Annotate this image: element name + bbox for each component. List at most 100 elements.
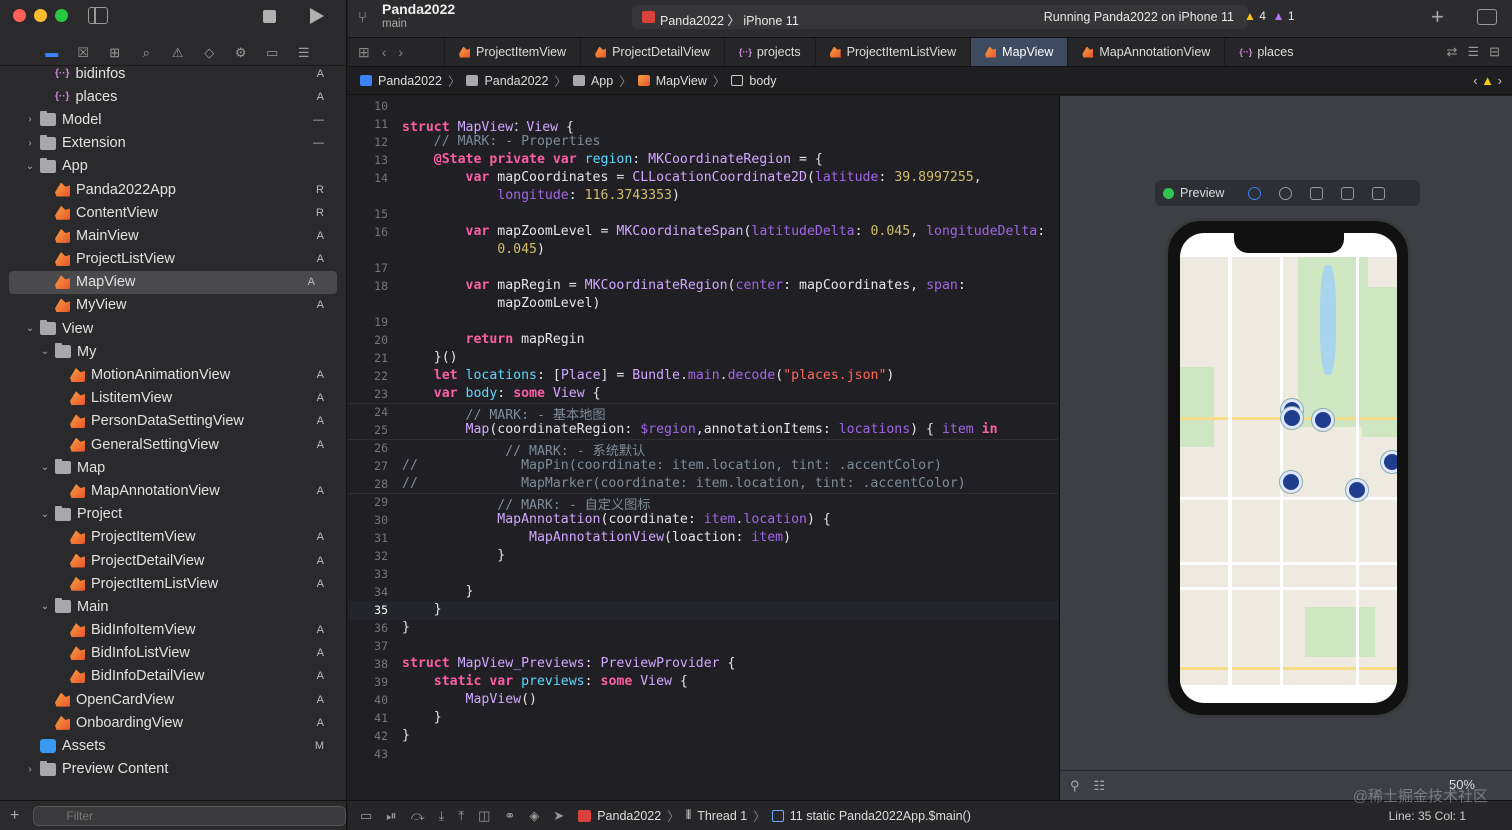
code-line[interactable]: MapView() [402,692,537,707]
code-line[interactable]: Map(coordinateRegion: $region,annotation… [402,422,998,437]
file-tree-item[interactable]: ⌄ Map [0,456,346,479]
code-line[interactable]: longitude: 116.3743353) [402,188,680,203]
code-line[interactable]: var mapZoomLevel = MKCoordinateSpan(lati… [402,224,1046,239]
filter-input[interactable]: Filter [33,805,346,826]
file-tree-item[interactable]: › Model — [0,108,346,131]
file-tree-item[interactable]: BidInfoListView A [0,642,346,665]
disclosure-chevron-icon[interactable]: › [24,764,36,775]
find-navigator-icon[interactable]: ⌕ [131,42,163,64]
file-tree-item[interactable]: {··} places A [0,85,346,108]
editor-tab[interactable]: {··} places [1224,38,1307,66]
editor-tab[interactable]: {··} projects [723,38,815,66]
breakpoint-navigator-icon[interactable]: ▭ [257,42,289,64]
device-settings-icon[interactable] [1341,186,1355,200]
grid-icon[interactable]: ⊞ [358,44,370,61]
scheme-name[interactable]: Panda2022 [660,14,724,28]
minimize-window-button[interactable] [34,9,47,22]
issue-navigation-icon[interactable]: ‹ ▲ › [1473,73,1502,88]
file-tree-item[interactable]: MapView A [9,270,337,294]
map-annotation-pin[interactable] [1280,471,1302,493]
map-annotation-pin[interactable] [1312,409,1334,431]
code-line[interactable]: var body: some View { [402,386,601,401]
editor-tab[interactable]: MapAnnotationView [1067,38,1224,66]
location-icon[interactable]: ➤ [553,808,564,824]
file-tree-item[interactable]: ProjectListView A [0,248,346,271]
hide-debug-icon[interactable]: ▭ [360,808,372,824]
code-line[interactable]: } [402,710,442,725]
code-line[interactable]: } [402,620,410,635]
file-tree-item[interactable]: BidInfoItemView A [0,619,346,642]
code-line[interactable]: } [402,602,442,617]
disclosure-chevron-icon[interactable]: ⌄ [39,462,51,473]
file-tree-item[interactable]: ⌄ Main [0,595,346,618]
code-line[interactable]: // MARK: - 系统默认 [402,440,645,459]
code-line[interactable]: // MapPin(coordinate: item.location, tin… [402,458,942,473]
code-line[interactable]: var mapCoordinates = CLLocationCoordinat… [402,170,982,185]
forward-arrow-icon[interactable]: › [398,44,403,60]
issue-counts[interactable]: ▲ 4 ▲ 1 [1244,9,1295,23]
editor-options-icon[interactable]: ☰ [1467,44,1479,60]
file-tree-item[interactable]: ProjectDetailView A [0,549,346,572]
code-line[interactable]: } [402,584,474,599]
file-tree-item[interactable]: OnboardingView A [0,711,346,734]
source-control-icon[interactable]: ☒ [68,42,100,64]
add-file-icon[interactable]: + [10,807,19,825]
file-tree-item[interactable]: Assets M [0,734,346,757]
run-button[interactable] [310,8,324,24]
file-tree-item[interactable]: MotionAnimationView A [0,363,346,386]
breadcrumb-item[interactable]: Panda2022 [378,74,442,88]
editor-tab[interactable]: ProjectItemView [444,38,580,66]
code-line[interactable]: struct MapView_Previews: PreviewProvider… [402,656,736,671]
inspector-toggle-icon[interactable] [1477,9,1497,25]
disclosure-chevron-icon[interactable]: ⌄ [24,161,36,172]
step-out-icon[interactable]: ⤒ [458,808,464,824]
disclosure-chevron-icon[interactable]: ⌄ [39,346,51,357]
file-tree-item[interactable]: Panda2022App R [0,178,346,201]
report-navigator-icon[interactable]: ☰ [288,42,320,64]
file-tree-item[interactable]: ⌄ My [0,340,346,363]
selectable-mode-icon[interactable] [1279,186,1293,200]
file-tree-item[interactable]: GeneralSettingView A [0,433,346,456]
map-view[interactable] [1180,257,1397,685]
stop-button[interactable] [263,10,276,23]
file-tree-item[interactable]: ContentView R [0,201,346,224]
code-line[interactable]: MapAnnotation(coordinate: item.location)… [402,512,831,527]
device-name[interactable]: iPhone 11 [743,14,798,28]
file-tree-item[interactable]: {··} bidinfos A [0,62,346,85]
file-tree-item[interactable]: PersonDataSettingView A [0,410,346,433]
file-tree-item[interactable]: › Extension — [0,132,346,155]
memory-graph-icon[interactable]: ⚭ [504,808,515,824]
code-line[interactable]: // MapMarker(coordinate: item.location, … [402,476,966,491]
issue-navigator-icon[interactable]: ⚠ [162,42,194,64]
breadcrumb-item[interactable]: MapView [656,74,707,88]
file-tree-item[interactable]: ⌄ App [0,155,346,178]
debug-thread[interactable]: Thread 1 [697,809,747,823]
live-mode-icon[interactable] [1248,186,1262,200]
rotate-icon[interactable] [1310,186,1324,200]
file-tree-item[interactable]: OpenCardView A [0,688,346,711]
code-line[interactable]: // MARK: - Properties [402,134,601,149]
map-annotation-pin[interactable] [1381,451,1397,473]
code-line[interactable]: // MARK: - 自定义图标 [402,494,650,513]
code-line[interactable]: }() [402,350,458,365]
disclosure-chevron-icon[interactable]: › [24,138,36,149]
view-hierarchy-icon[interactable]: ◫ [478,808,490,824]
file-tree-item[interactable]: ProjectItemView A [0,526,346,549]
scheme-selector[interactable]: Panda2022 〉 iPhone 11 Running Panda2022 … [632,5,1248,29]
back-arrow-icon[interactable]: ‹ [382,44,387,60]
debug-navigator-icon[interactable]: ⚙ [225,42,257,64]
breadcrumb-item[interactable]: body [749,74,776,88]
duplicate-preview-icon[interactable] [1372,186,1386,200]
folder-navigator-icon[interactable]: ▬ [36,42,68,64]
close-window-button[interactable] [13,9,26,22]
disclosure-chevron-icon[interactable]: ⌄ [39,509,51,520]
file-tree-item[interactable]: MainView A [0,224,346,247]
code-line[interactable]: let locations: [Place] = Bundle.main.dec… [402,368,895,383]
map-annotation-pin[interactable] [1346,479,1368,501]
sidebar-toggle-icon[interactable] [88,7,108,24]
code-line[interactable]: } [402,728,410,743]
file-tree-item[interactable]: ⌄ Project [0,503,346,526]
step-into-icon[interactable]: ⤓ [439,808,445,824]
code-line[interactable]: // MARK: - 基本地图 [402,404,606,423]
breadcrumb-item[interactable]: App [591,74,613,88]
